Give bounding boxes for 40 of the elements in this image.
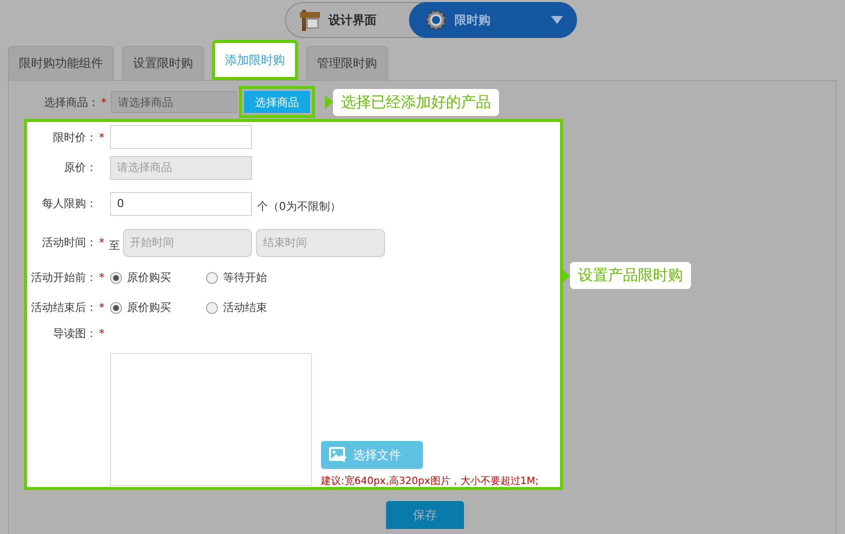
- callout: 设置产品限时购: [570, 262, 691, 289]
- gear-icon: [424, 9, 446, 31]
- field-label: 活动开始前：: [30, 270, 97, 285]
- field-label: 限时价：: [52, 130, 97, 144]
- field-label: 活动时间：: [41, 235, 97, 250]
- tab[interactable]: 管理限时购: [306, 46, 388, 80]
- mode-option[interactable]: 设计界面: [284, 2, 410, 38]
- mode-option[interactable]: 限时购: [408, 2, 576, 38]
- option-label: 原价购买: [127, 300, 171, 315]
- hint-text: 个（0为不限制）: [257, 199, 341, 214]
- required-mark: *: [99, 236, 106, 249]
- tab[interactable]: 添加限时购: [212, 40, 298, 80]
- dropdown-caret-icon: [550, 16, 562, 24]
- option-label: 活动结束: [223, 300, 267, 315]
- radio-button[interactable]: [206, 302, 218, 314]
- required-mark: *: [99, 301, 106, 314]
- input-field[interactable]: [110, 125, 252, 149]
- field-label: 活动结束后：: [30, 300, 97, 315]
- callout: 选择已经添加好的产品: [333, 88, 499, 116]
- radio-button[interactable]: [110, 302, 122, 314]
- radio-button[interactable]: [110, 272, 122, 284]
- image-upload-icon: [329, 447, 347, 463]
- radio-button[interactable]: [206, 272, 218, 284]
- hint-text: 建议:宽640px,高320px图片，大小不要超过1M;: [321, 474, 539, 488]
- input-field[interactable]: 0: [110, 192, 252, 216]
- field-label: 导读图：: [52, 326, 97, 340]
- field-label: 原价：: [63, 160, 97, 175]
- field-label: 选择商品：: [43, 94, 99, 110]
- required-mark: *: [99, 326, 106, 340]
- tab[interactable]: 限时购功能组件: [8, 46, 114, 80]
- pointer-icon: [325, 95, 333, 109]
- required-mark: *: [99, 130, 106, 144]
- required-mark: *: [101, 96, 108, 108]
- tab[interactable]: 设置限时购: [122, 46, 204, 80]
- required-mark: *: [99, 271, 106, 284]
- option-label: 原价购买: [127, 270, 171, 285]
- signpost-icon: [298, 8, 320, 32]
- field-label: 每人限购：: [41, 196, 97, 211]
- option-label: 等待开始: [223, 270, 267, 285]
- to-label: 至: [109, 238, 120, 253]
